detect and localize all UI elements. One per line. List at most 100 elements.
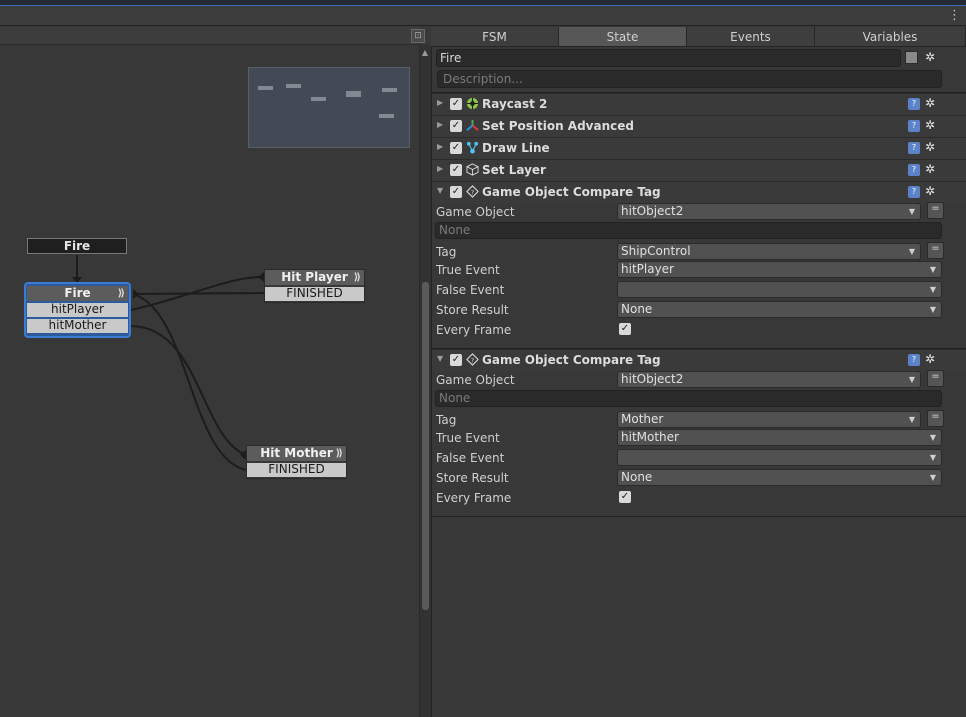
scroll-up-icon[interactable]: ▲ xyxy=(421,49,429,57)
dropdown-value: hitPlayer xyxy=(621,262,674,276)
tag-dropdown[interactable]: ShipControl ▼ xyxy=(617,243,921,260)
collapse-arrow-icon[interactable]: ▼ xyxy=(437,186,443,195)
compare-tag-icon: ? xyxy=(466,185,479,198)
every-frame-label: Every Frame xyxy=(436,323,512,337)
scrollbar-thumb[interactable] xyxy=(422,282,429,610)
tag-dropdown[interactable]: Mother ▼ xyxy=(617,411,921,428)
state-node-fire[interactable]: Fire ⟫ hitPlayer hitMother xyxy=(24,282,131,338)
dropdown-arrow-icon: ▼ xyxy=(929,285,936,294)
game-object-label: Game Object xyxy=(436,205,515,219)
expand-arrow-icon[interactable]: ▶ xyxy=(437,98,443,107)
true-event-dropdown[interactable]: hitPlayer ▼ xyxy=(617,261,942,278)
state-title-text: Fire xyxy=(64,286,91,300)
game-object-field[interactable]: None xyxy=(435,390,942,407)
expand-arrow-icon[interactable]: ▶ xyxy=(437,142,443,151)
store-result-label: Store Result xyxy=(436,303,509,317)
false-event-label: False Event xyxy=(436,283,505,297)
state-name-field[interactable]: Fire xyxy=(436,49,901,67)
dropdown-arrow-icon: ▼ xyxy=(929,433,936,442)
action-enabled-checkbox[interactable]: ✓ xyxy=(450,98,462,110)
description-field[interactable]: Description... xyxy=(437,70,942,88)
action-title: Game Object Compare Tag xyxy=(482,185,661,199)
transition-links xyxy=(72,255,265,471)
false-event-dropdown[interactable]: ▼ xyxy=(617,281,942,298)
variable-toggle-button[interactable]: = xyxy=(927,410,944,427)
game-object-label: Game Object xyxy=(436,373,515,387)
state-node-hit-player[interactable]: Hit Player ⟫ FINISHED xyxy=(264,269,365,303)
action-raycast-2[interactable]: ▶ ✓ Raycast 2 ? ✲ xyxy=(432,93,966,116)
dropdown-value: Mother xyxy=(621,412,664,426)
store-result-dropdown[interactable]: None ▼ xyxy=(617,301,942,318)
action-enabled-checkbox[interactable]: ✓ xyxy=(450,120,462,132)
gear-icon[interactable]: ✲ xyxy=(925,141,935,153)
dropdown-arrow-icon: ▼ xyxy=(908,207,915,216)
action-title: Raycast 2 xyxy=(482,97,548,111)
transition-hitmother[interactable]: hitMother xyxy=(27,319,128,333)
transition-hitplayer[interactable]: hitPlayer xyxy=(27,303,128,317)
arrowhead xyxy=(133,289,139,299)
action-enabled-checkbox[interactable]: ✓ xyxy=(450,142,462,154)
help-icon[interactable]: ? xyxy=(908,98,920,110)
tab-events[interactable]: Events xyxy=(687,27,815,47)
action-enabled-checkbox[interactable]: ✓ xyxy=(450,354,462,366)
variable-toggle-button[interactable]: = xyxy=(927,242,944,259)
gear-icon[interactable]: ✲ xyxy=(925,353,935,365)
gear-icon[interactable]: ✲ xyxy=(925,163,935,175)
store-result-dropdown[interactable]: None ▼ xyxy=(617,469,942,486)
state-glyph-icon: ⟫ xyxy=(335,448,343,459)
action-title: Game Object Compare Tag xyxy=(482,353,661,367)
variable-toggle-button[interactable]: = xyxy=(927,370,944,387)
raycast-icon xyxy=(466,97,479,110)
action-set-position-advanced[interactable]: ▶ ✓ Set Position Advanced ? ✲ xyxy=(432,115,966,138)
game-object-dropdown[interactable]: hitObject2 ▼ xyxy=(617,371,921,388)
action-draw-line[interactable]: ▶ ✓ Draw Line ? ✲ xyxy=(432,137,966,160)
more-menu-icon[interactable]: ⋮ xyxy=(948,7,961,25)
gear-icon[interactable]: ✲ xyxy=(925,119,935,131)
transition-finished[interactable]: FINISHED xyxy=(247,463,346,477)
expand-arrow-icon[interactable]: ▶ xyxy=(437,164,443,173)
help-icon[interactable]: ? xyxy=(908,164,920,176)
divider xyxy=(432,516,966,517)
tab-variables[interactable]: Variables xyxy=(815,27,966,47)
state-node-hit-mother[interactable]: Hit Mother ⟫ FINISHED xyxy=(246,445,347,479)
false-event-dropdown[interactable]: ▼ xyxy=(617,449,942,466)
tab-fsm[interactable]: FSM xyxy=(431,27,559,47)
every-frame-checkbox[interactable]: ✓ xyxy=(619,491,631,503)
true-event-dropdown[interactable]: hitMother ▼ xyxy=(617,429,942,446)
state-color-swatch[interactable] xyxy=(905,51,918,64)
action-title: Set Layer xyxy=(482,163,546,177)
state-glyph-icon: ⟫ xyxy=(353,272,361,283)
svg-text:?: ? xyxy=(471,188,474,196)
action-set-layer[interactable]: ▶ ✓ Set Layer ? ✲ xyxy=(432,159,966,182)
svg-text:?: ? xyxy=(471,356,474,364)
collapse-arrow-icon[interactable]: ▼ xyxy=(437,354,443,363)
draw-line-icon xyxy=(466,141,479,154)
dropdown-arrow-icon: ▼ xyxy=(908,415,915,424)
start-event-label[interactable]: Fire xyxy=(27,238,127,254)
state-settings-gear-icon[interactable]: ✲ xyxy=(925,51,935,63)
action-game-object-compare-tag-1[interactable]: ▼ ✓ ? Game Object Compare Tag ? ✲ xyxy=(432,181,966,204)
gear-icon[interactable]: ✲ xyxy=(925,185,935,197)
help-icon[interactable]: ? xyxy=(908,120,920,132)
action-game-object-compare-tag-2[interactable]: ▼ ✓ ? Game Object Compare Tag ? ✲ xyxy=(432,349,966,372)
game-object-dropdown[interactable]: hitObject2 ▼ xyxy=(617,203,921,220)
gear-icon[interactable]: ✲ xyxy=(925,97,935,109)
expand-arrow-icon[interactable]: ▶ xyxy=(437,120,443,129)
help-icon[interactable]: ? xyxy=(908,142,920,154)
transition-finished[interactable]: FINISHED xyxy=(265,287,364,301)
compare-tag-icon: ? xyxy=(466,353,479,366)
help-icon[interactable]: ? xyxy=(908,186,920,198)
action-enabled-checkbox[interactable]: ✓ xyxy=(450,186,462,198)
transform-icon xyxy=(466,119,479,131)
tag-label: Tag xyxy=(436,413,457,427)
action-enabled-checkbox[interactable]: ✓ xyxy=(450,164,462,176)
dropdown-value: hitMother xyxy=(621,430,679,444)
every-frame-checkbox[interactable]: ✓ xyxy=(619,323,631,335)
game-object-field[interactable]: None xyxy=(435,222,942,239)
variable-toggle-button[interactable]: = xyxy=(927,202,944,219)
link-hitmother-to-hit-mother xyxy=(130,325,247,456)
help-icon[interactable]: ? xyxy=(908,354,920,366)
tab-state[interactable]: State xyxy=(559,27,687,47)
dropdown-arrow-icon: ▼ xyxy=(929,473,936,482)
dropdown-arrow-icon: ▼ xyxy=(929,305,936,314)
